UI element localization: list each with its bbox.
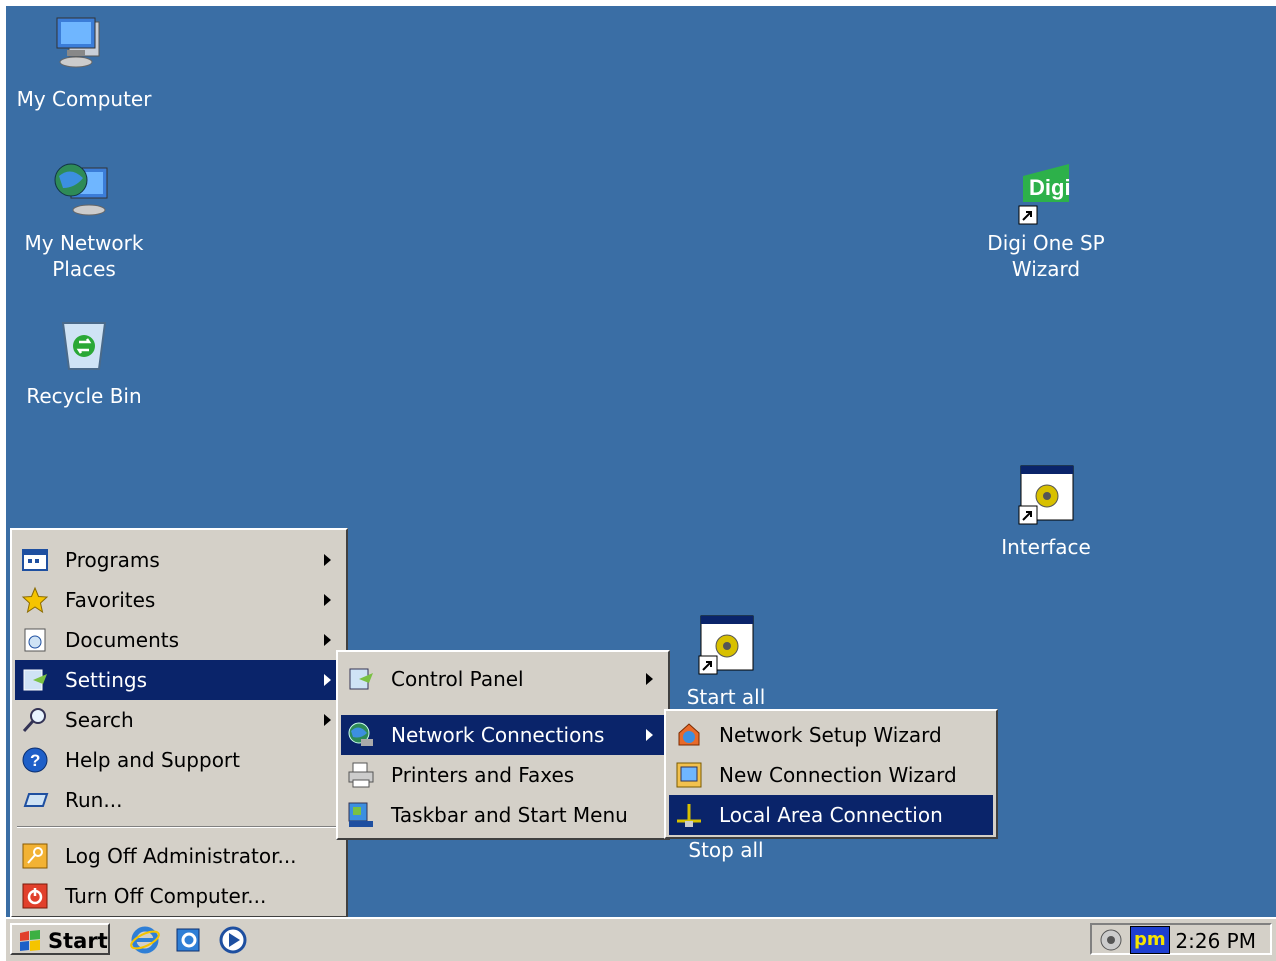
desktop-icon-start-all[interactable]: Start all (651, 612, 801, 710)
settings-item-control-panel[interactable]: Control Panel (341, 659, 665, 699)
start-item-label: Help and Support (65, 748, 240, 772)
recycle-bin-label: Recycle Bin (26, 384, 142, 408)
start-item-settings[interactable]: Settings (15, 660, 343, 700)
start-label: Start (48, 929, 108, 953)
power-icon (21, 882, 49, 910)
interface-label: Interface (1001, 535, 1091, 559)
start-item-label: Settings (65, 668, 148, 692)
start-item-documents[interactable]: Documents (15, 620, 343, 660)
programs-icon (21, 546, 49, 574)
submenu-arrow-icon (324, 594, 331, 606)
start-button[interactable]: Start (10, 923, 110, 955)
desktop-icon-my-computer[interactable]: My Computer (9, 14, 159, 112)
start-all-label: Start all (686, 685, 766, 709)
start-item-label: Run... (65, 788, 123, 812)
taskbar: Start pm 2:26 PM (6, 917, 1276, 961)
clock[interactable]: 2:26 PM (1175, 929, 1256, 953)
submenu-arrow-icon (324, 634, 331, 646)
internet-explorer-icon[interactable] (130, 925, 160, 955)
run-icon (21, 786, 49, 814)
digi-label-line1: Digi One SP (987, 231, 1105, 255)
outlook-express-icon[interactable] (174, 925, 204, 955)
system-tray: pm 2:26 PM (1090, 923, 1272, 955)
start-menu-separator (17, 826, 339, 828)
settings-item-label: Taskbar and Start Menu (391, 803, 628, 827)
submenu-arrow-icon (324, 554, 331, 566)
my-computer-icon (49, 14, 119, 84)
submenu-arrow-icon (646, 673, 653, 685)
submenu-arrow-icon (646, 729, 653, 741)
app-window-gear-icon (1011, 462, 1081, 532)
start-item-help[interactable]: ? Help and Support (15, 740, 343, 780)
start-item-label: Programs (65, 548, 160, 572)
start-item-label: Log Off Administrator... (65, 844, 297, 868)
settings-item-taskbar[interactable]: Taskbar and Start Menu (341, 795, 665, 835)
star-icon (21, 586, 49, 614)
network-globe-icon (49, 158, 119, 228)
settings-icon (21, 666, 49, 694)
settings-item-printers[interactable]: Printers and Faxes (341, 755, 665, 795)
desktop-icon-stop-all[interactable]: Stop all (651, 837, 801, 863)
digi-logo-icon: Digi (1011, 158, 1081, 228)
network-item-setup-wizard[interactable]: Network Setup Wizard (669, 715, 993, 755)
tray-pm-badge[interactable]: pm (1130, 926, 1170, 954)
network-connections-submenu: Network Setup Wizard New Connection Wiza… (664, 709, 998, 839)
network-connections-icon (347, 721, 375, 749)
settings-item-network-connections[interactable]: Network Connections (341, 715, 665, 755)
printer-icon (347, 761, 375, 789)
control-panel-icon (347, 665, 375, 693)
taskbar-start-icon (347, 801, 375, 829)
digi-label-line2: Wizard (1011, 257, 1081, 281)
start-item-run[interactable]: Run... (15, 780, 343, 820)
app-window-gear-icon (691, 612, 761, 682)
documents-icon (21, 626, 49, 654)
speaker-icon[interactable] (1098, 927, 1124, 958)
search-icon (21, 706, 49, 734)
media-player-icon[interactable] (218, 925, 248, 955)
settings-item-label: Network Connections (391, 723, 605, 747)
start-item-favorites[interactable]: Favorites (15, 580, 343, 620)
network-item-new-connection[interactable]: New Connection Wizard (669, 755, 993, 795)
my-computer-label: My Computer (16, 87, 152, 111)
submenu-arrow-icon (324, 674, 331, 686)
desktop-icon-recycle-bin[interactable]: Recycle Bin (9, 311, 159, 409)
start-item-turn-off[interactable]: Turn Off Computer... (15, 876, 343, 916)
start-item-label: Favorites (65, 588, 156, 612)
start-item-label: Search (65, 708, 134, 732)
stop-all-label: Stop all (688, 838, 764, 862)
start-item-label: Turn Off Computer... (65, 884, 267, 908)
start-item-programs[interactable]: Programs (15, 540, 343, 580)
help-icon: ? (21, 746, 49, 774)
start-item-log-off[interactable]: Log Off Administrator... (15, 836, 343, 876)
network-item-label: New Connection Wizard (719, 763, 957, 787)
network-item-local-area-connection[interactable]: Local Area Connection (669, 795, 993, 835)
start-item-label: Documents (65, 628, 180, 652)
new-connection-wizard-icon (675, 761, 703, 789)
network-item-label: Network Setup Wizard (719, 723, 942, 747)
my-network-label-line2: Places (52, 257, 116, 281)
local-area-connection-icon (675, 801, 703, 829)
start-menu: Programs Favorites Documents Settings Se… (10, 528, 348, 918)
desktop-icon-my-network-places[interactable]: My Network Places (9, 158, 159, 282)
settings-item-label: Control Panel (391, 667, 524, 691)
key-icon (21, 842, 49, 870)
recycle-bin-icon (49, 311, 119, 381)
settings-submenu: Control Panel Network Connections Printe… (336, 650, 670, 840)
network-item-label: Local Area Connection (719, 803, 943, 827)
windows-flag-icon (18, 929, 42, 951)
svg-text:?: ? (30, 751, 40, 770)
svg-text:Digi: Digi (1029, 175, 1071, 200)
desktop: My Computer My Network Places Recycle Bi… (6, 6, 1276, 961)
start-item-search[interactable]: Search (15, 700, 343, 740)
network-setup-wizard-icon (675, 721, 703, 749)
desktop-icon-digi-wizard[interactable]: Digi Digi One SP Wizard (971, 158, 1121, 282)
settings-item-label: Printers and Faxes (391, 763, 575, 787)
desktop-icon-interface[interactable]: Interface (971, 462, 1121, 560)
my-network-label-line1: My Network (24, 231, 144, 255)
submenu-arrow-icon (324, 714, 331, 726)
